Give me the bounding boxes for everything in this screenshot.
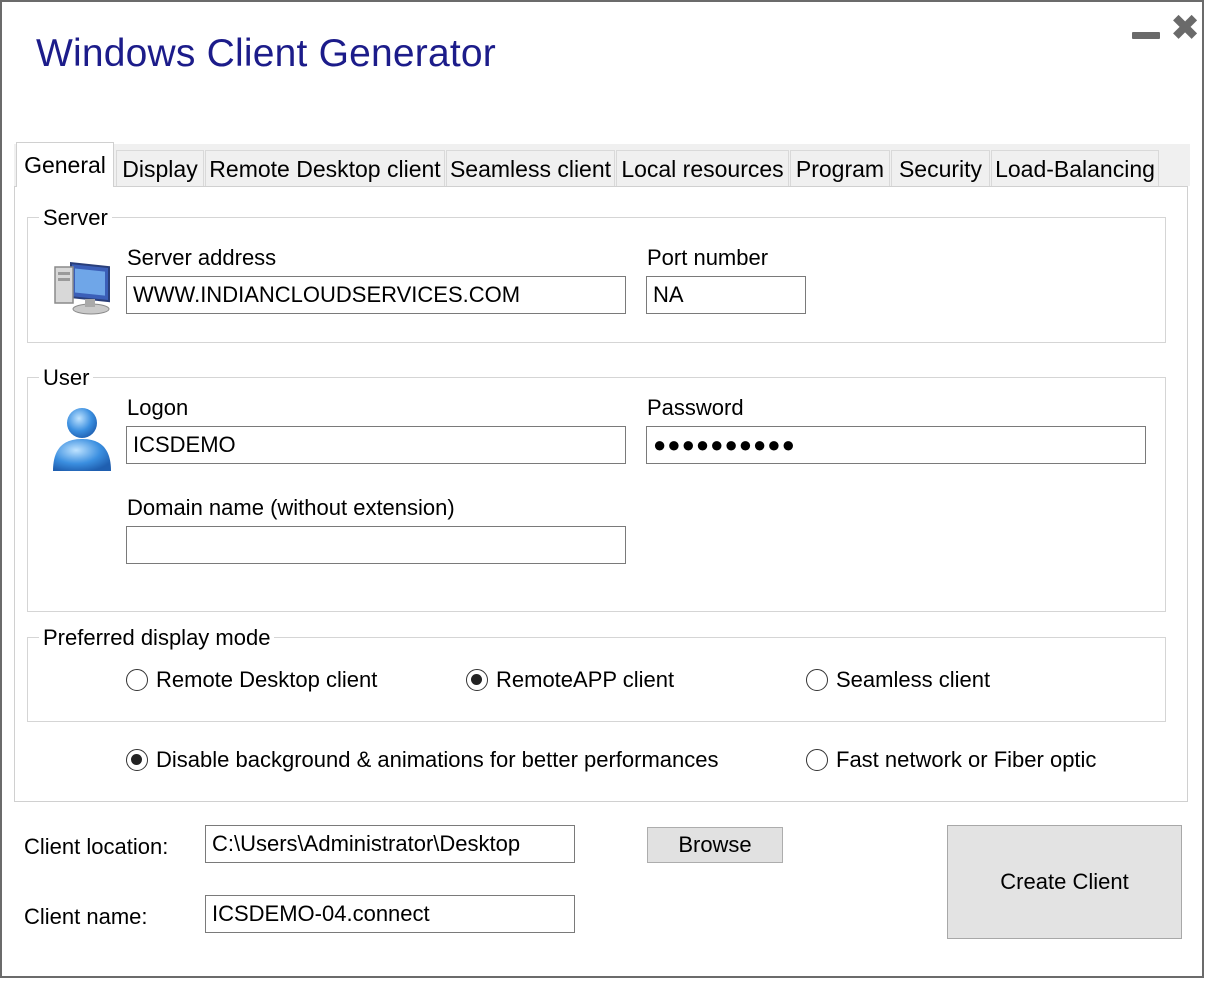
radio-remoteapp-client[interactable]: RemoteAPP client	[466, 668, 674, 692]
window-title: Windows Client Generator	[36, 32, 496, 75]
radio-circle-checked[interactable]	[126, 749, 148, 771]
domain-name-label: Domain name (without extension)	[127, 495, 455, 520]
computer-icon	[54, 261, 110, 315]
tab-general[interactable]: General	[16, 142, 114, 187]
radio-circle-checked[interactable]	[466, 669, 488, 691]
user-icon	[53, 408, 111, 471]
minimize-icon[interactable]	[1132, 32, 1160, 39]
tab-remote-desktop-client[interactable]: Remote Desktop client	[205, 150, 445, 186]
password-label: Password	[647, 395, 744, 420]
tab-display[interactable]: Display	[116, 150, 204, 186]
tab-local-resources[interactable]: Local resources	[616, 150, 789, 186]
radio-label: Fast network or Fiber optic	[836, 747, 1097, 772]
close-icon[interactable]: ✖	[1170, 10, 1200, 46]
user-group-legend: User	[39, 366, 94, 390]
general-tab-panel: Server Server address Port number User	[14, 186, 1188, 802]
radio-label: Disable background & animations for bett…	[156, 747, 719, 772]
tab-load-balancing[interactable]: Load-Balancing	[991, 150, 1159, 186]
app-window: Windows Client Generator ✖ General Displ…	[0, 0, 1204, 978]
radio-label: Remote Desktop client	[156, 667, 378, 692]
radio-remote-desktop-client[interactable]: Remote Desktop client	[126, 668, 377, 692]
client-name-input[interactable]	[205, 895, 575, 933]
tab-seamless-client[interactable]: Seamless client	[446, 150, 615, 186]
radio-fast-network[interactable]: Fast network or Fiber optic	[806, 748, 1096, 772]
server-group-legend: Server	[39, 206, 112, 230]
radio-circle[interactable]	[806, 669, 828, 691]
tab-program[interactable]: Program	[790, 150, 890, 186]
radio-seamless-client[interactable]: Seamless client	[806, 668, 990, 692]
radio-circle[interactable]	[126, 669, 148, 691]
radio-label: RemoteAPP client	[496, 667, 675, 692]
radio-circle[interactable]	[806, 749, 828, 771]
radio-label: Seamless client	[836, 667, 991, 692]
server-address-label: Server address	[127, 245, 277, 270]
domain-name-input[interactable]	[126, 526, 626, 564]
browse-button[interactable]: Browse	[647, 827, 783, 863]
password-input[interactable]	[646, 426, 1146, 464]
client-location-label: Client location:	[24, 834, 169, 859]
tab-security[interactable]: Security	[891, 150, 990, 186]
client-name-label: Client name:	[24, 904, 148, 929]
port-number-label: Port number	[647, 245, 769, 270]
radio-disable-background[interactable]: Disable background & animations for bett…	[126, 748, 719, 772]
port-number-input[interactable]	[646, 276, 806, 314]
server-address-input[interactable]	[126, 276, 626, 314]
display-mode-legend: Preferred display mode	[39, 626, 275, 650]
logon-input[interactable]	[126, 426, 626, 464]
logon-label: Logon	[127, 395, 189, 420]
create-client-button[interactable]: Create Client	[947, 825, 1182, 939]
client-location-input[interactable]	[205, 825, 575, 863]
